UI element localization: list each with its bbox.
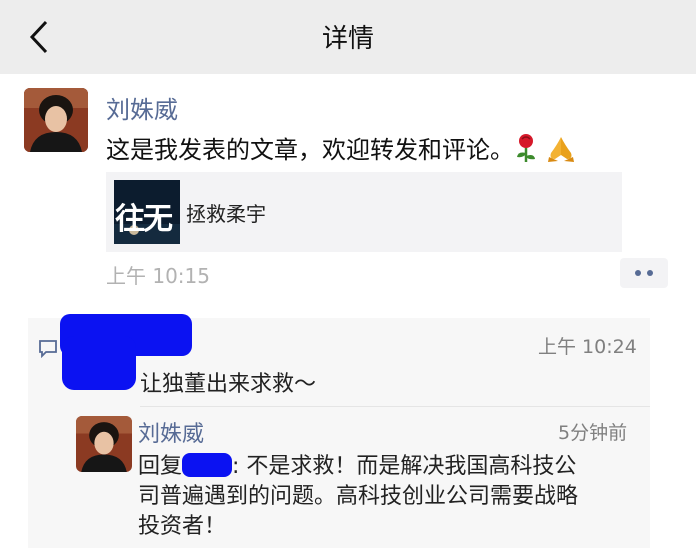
comments-panel: 上午 10:24 让独董出来求救～ 刘姝威 5分钟前 回复 : 不是求救！而是解决… [28, 314, 650, 548]
comment-time: 上午 10:24 [538, 336, 637, 358]
reply-author-avatar[interactable] [76, 416, 132, 472]
reply-line-2: 司普遍遇到的问题。高科技创业公司需要战略 [138, 484, 579, 509]
redacted-reply-target [182, 453, 233, 477]
more-button[interactable] [620, 258, 668, 288]
post-time: 上午 10:15 [106, 264, 210, 288]
reply-text[interactable]: 回复 : 不是求救！而是解决我国高科技公 司普遍遇到的问题。高科技创业公司需要战略… [138, 452, 638, 542]
reply-prefix: 回复 [138, 454, 183, 479]
link-title: 拯救柔宇 [186, 202, 266, 226]
thumbnail-text: 往无 [115, 202, 173, 237]
redacted-commenter-avatar [62, 336, 136, 390]
reply-time: 5分钟前 [558, 422, 628, 444]
post-author-name[interactable]: 刘姝威 [106, 90, 178, 125]
nav-bar: 详情 [0, 0, 696, 74]
reply-divider [140, 406, 650, 407]
reply-line-3: 投资者！ [138, 514, 227, 539]
reply-line-1: : 不是求救！而是解决我国高科技公 [232, 454, 577, 479]
comment-text[interactable]: 让独董出来求救～ [140, 366, 316, 398]
reply-author-name[interactable]: 刘姝威 [138, 416, 204, 448]
comment-icon [38, 338, 58, 362]
link-card[interactable]: 往无 拯救柔宇 [106, 172, 622, 252]
post-text: 这是我发表的文章，欢迎转发和评论。 [106, 130, 576, 169]
pray-icon [546, 133, 576, 169]
link-thumbnail: 往无 [114, 180, 180, 244]
author-avatar[interactable] [24, 88, 88, 152]
post-body: 这是我发表的文章，欢迎转发和评论。 [106, 136, 514, 164]
page-title: 详情 [321, 24, 374, 54]
rose-icon [514, 133, 538, 169]
